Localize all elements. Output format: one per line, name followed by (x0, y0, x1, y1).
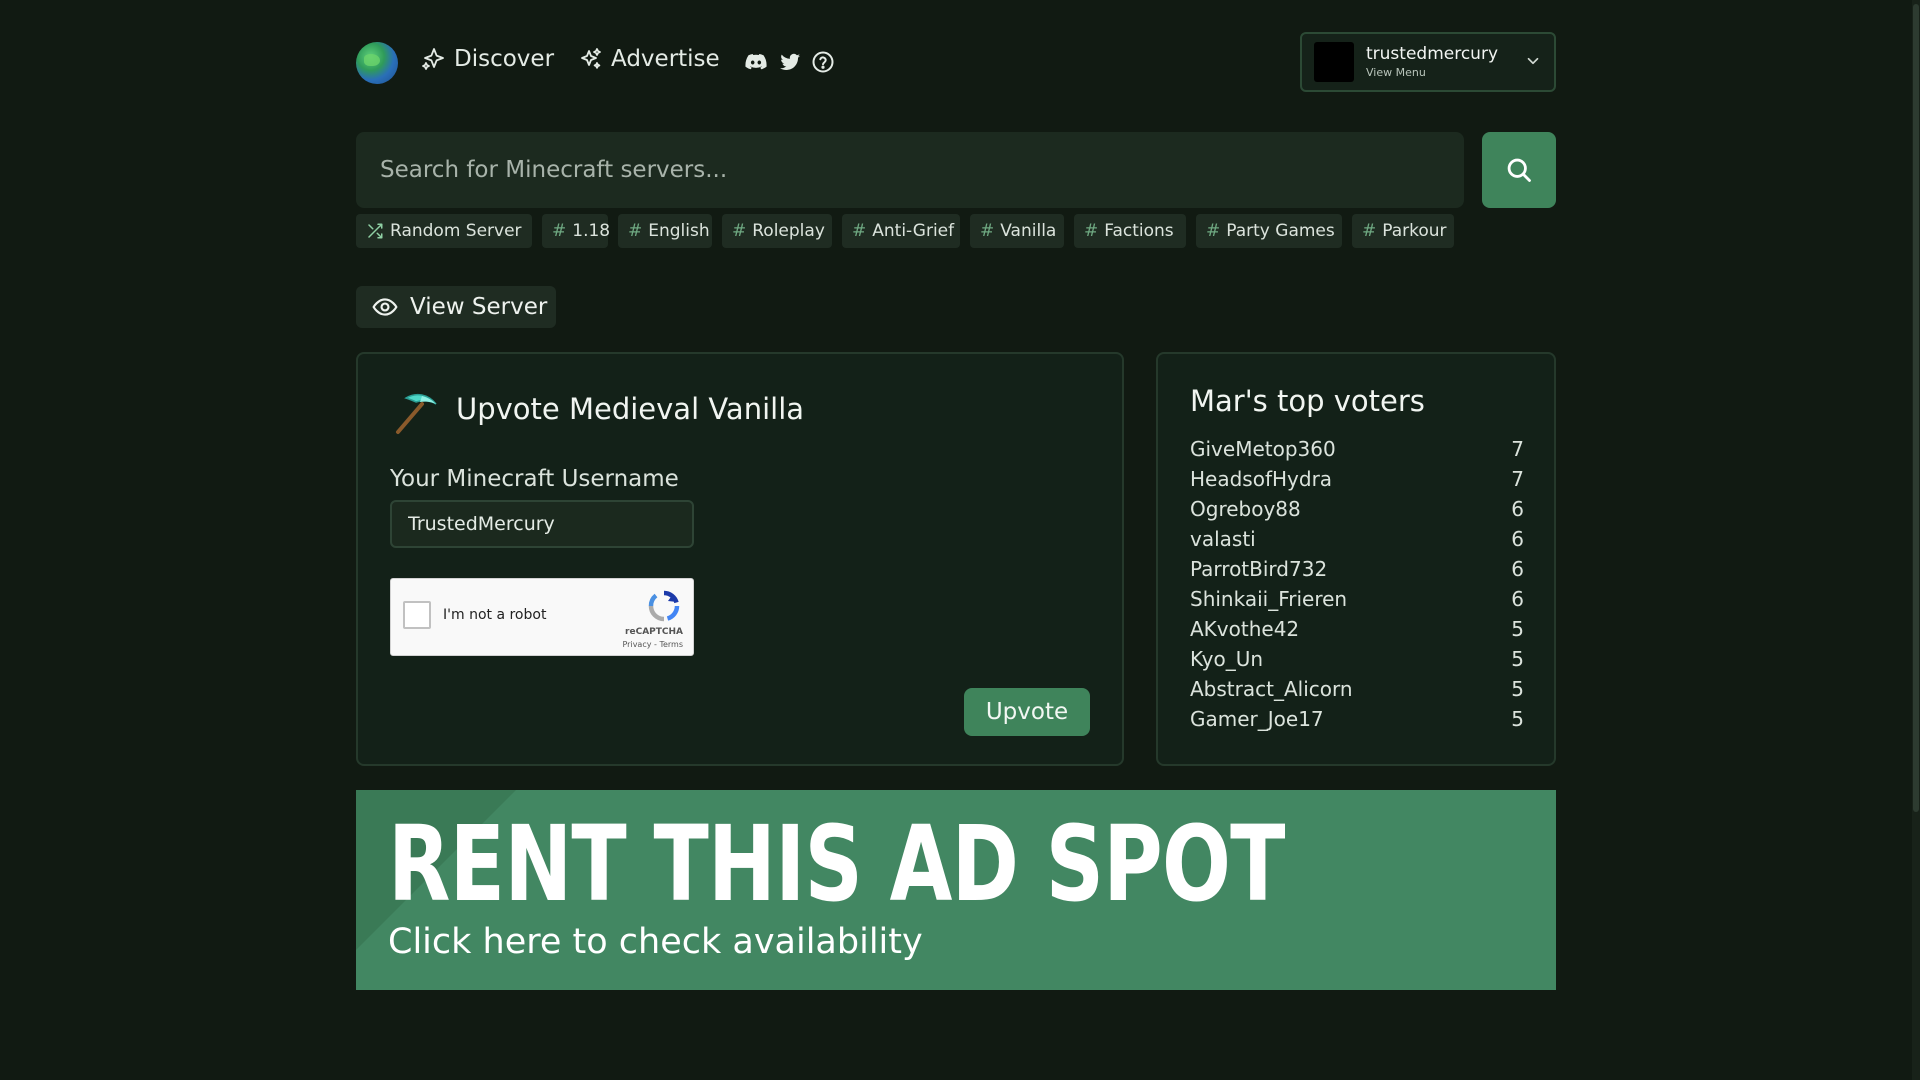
tag-hash: # (552, 221, 567, 241)
nav-advertise-label: Advertise (611, 46, 720, 72)
search-icon (1507, 158, 1531, 182)
tag-roleplay[interactable]: # Roleplay (722, 214, 832, 248)
list-item: Shinkaii_Frieren 6 (1190, 584, 1524, 614)
random-server-label: Random Server (390, 221, 522, 241)
help-circle-icon[interactable] (811, 50, 835, 74)
tag-english[interactable]: # English (618, 214, 712, 248)
tag-label: English (648, 221, 710, 241)
voter-count: 7 (1511, 467, 1524, 491)
tag-hash: # (732, 221, 747, 241)
voter-name: ParrotBird732 (1190, 557, 1328, 581)
upvote-button[interactable]: Upvote (964, 688, 1090, 736)
list-item: Ogreboy88 6 (1190, 494, 1524, 524)
tag-anti-grief[interactable]: # Anti-Grief (842, 214, 960, 248)
chevron-down-icon (1527, 57, 1539, 65)
nav-discover-link[interactable]: Discover (422, 46, 554, 72)
nav-advertise-link[interactable]: Advertise (579, 46, 720, 72)
tag-hash: # (628, 221, 643, 241)
top-voters-title: Mar's top voters (1190, 384, 1425, 418)
recaptcha-links[interactable]: Privacy - Terms (623, 640, 684, 649)
scrollbar-thumb[interactable] (1913, 4, 1919, 812)
page-scrollbar[interactable] (1912, 0, 1920, 1080)
tag-hash: # (1206, 221, 1221, 241)
recaptcha-label: I'm not a robot (443, 607, 547, 623)
list-item: Abstract_Alicorn 5 (1190, 674, 1524, 704)
tag-label: Party Games (1226, 221, 1335, 241)
top-voters-list: GiveMetop360 7 HeadsofHydra 7 Ogreboy88 6 v… (1190, 434, 1524, 734)
tag-label: Anti-Grief (872, 221, 955, 241)
tag-label: 1.18 (572, 221, 611, 241)
tag-party-games[interactable]: # Party Games (1196, 214, 1342, 248)
tag-hash: # (852, 221, 867, 241)
ad-subtitle: Click here to check availability (388, 922, 923, 962)
voter-name: HeadsofHydra (1190, 467, 1333, 491)
search-button[interactable] (1482, 132, 1556, 208)
voter-count: 6 (1511, 557, 1524, 581)
recaptcha-brand: reCAPTCHA (625, 627, 683, 637)
top-voters-card: Mar's top voters GiveMetop360 7 HeadsofHy… (1156, 352, 1556, 766)
view-server-button[interactable]: View Server (356, 286, 556, 328)
voter-count: 5 (1511, 617, 1524, 641)
voter-count: 5 (1511, 647, 1524, 671)
list-item: Kyo_Un 5 (1190, 644, 1524, 674)
upvote-title: Upvote Medieval Vanilla (456, 392, 805, 426)
upvote-card: Upvote Medieval Vanilla Your Minecraft U… (356, 352, 1124, 766)
user-menu-button[interactable]: trustedmercury View Menu (1300, 32, 1556, 92)
voter-name: Kyo_Un (1190, 647, 1264, 671)
eye-icon (372, 298, 398, 316)
list-item: ParrotBird732 6 (1190, 554, 1524, 584)
voter-name: Gamer_Joe17 (1190, 707, 1324, 731)
voter-name: Ogreboy88 (1190, 497, 1301, 521)
username-field[interactable] (390, 500, 694, 548)
username-label: Your Minecraft Username (390, 466, 679, 492)
tag-parkour[interactable]: # Parkour (1352, 214, 1454, 248)
voter-count: 7 (1511, 437, 1524, 461)
sparkles-icon (581, 48, 601, 69)
twitter-icon[interactable] (778, 50, 802, 74)
tag-hash: # (1362, 221, 1377, 241)
tag-1-18[interactable]: #1.18 (542, 214, 611, 248)
discord-icon[interactable] (744, 50, 768, 74)
tag-label: Factions (1104, 221, 1174, 241)
voter-name: AKvothe42 (1190, 617, 1300, 641)
list-item: Gamer_Joe17 5 (1190, 704, 1524, 734)
nav-discover-label: Discover (454, 46, 555, 72)
recaptcha-logo-icon (648, 590, 680, 622)
sparkle-icon (422, 48, 444, 70)
recaptcha-checkbox[interactable] (403, 601, 431, 629)
top-nav: Discover Advertise trustedmercury View M… (356, 32, 1556, 92)
ad-headline: RENT THIS AD SPOT (388, 803, 1285, 925)
voter-count: 6 (1511, 527, 1524, 551)
shuffle-icon (368, 223, 383, 239)
voter-name: valasti (1190, 527, 1256, 551)
voter-count: 5 (1511, 707, 1524, 731)
voter-count: 6 (1511, 587, 1524, 611)
search-input[interactable] (356, 132, 1464, 208)
user-name: trustedmercury (1366, 44, 1499, 64)
view-server-label: View Server (410, 294, 548, 320)
pickaxe-icon (396, 393, 437, 434)
tag-hash: # (980, 221, 995, 241)
tag-label: Roleplay (752, 221, 825, 241)
voter-count: 6 (1511, 497, 1524, 521)
list-item: valasti 6 (1190, 524, 1524, 554)
list-item: AKvothe42 5 (1190, 614, 1524, 644)
list-item: HeadsofHydra 7 (1190, 464, 1524, 494)
ad-banner[interactable]: RENT THIS AD SPOT Click here to check av… (356, 790, 1556, 990)
tag-label: Parkour (1382, 221, 1447, 241)
voter-name: GiveMetop360 (1190, 437, 1336, 461)
avatar (1314, 42, 1354, 82)
tag-label: Vanilla (1000, 221, 1057, 241)
voter-name: Shinkaii_Frieren (1190, 587, 1348, 611)
user-menu-subtitle: View Menu (1366, 66, 1426, 79)
voter-name: Abstract_Alicorn (1190, 677, 1353, 701)
tag-factions[interactable]: # Factions (1074, 214, 1186, 248)
random-server-tag[interactable]: Random Server (356, 214, 532, 248)
recaptcha-widget: I'm not a robot reCAPTCHA Privacy - Term… (390, 578, 694, 656)
list-item: GiveMetop360 7 (1190, 434, 1524, 464)
voter-count: 5 (1511, 677, 1524, 701)
site-logo[interactable] (356, 42, 398, 84)
tag-vanilla[interactable]: # Vanilla (970, 214, 1064, 248)
tag-hash: # (1084, 221, 1099, 241)
